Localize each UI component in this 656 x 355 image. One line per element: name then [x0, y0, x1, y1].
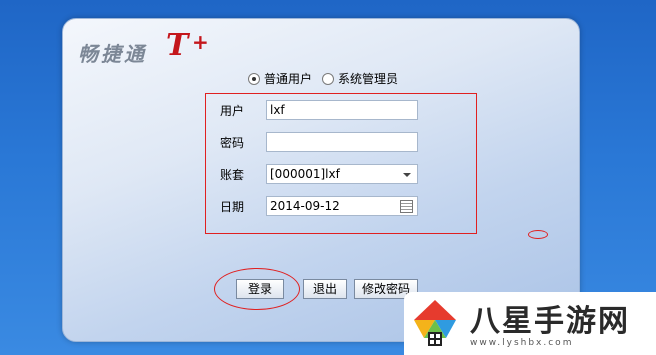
user-type-selector: 普通用户 系统管理员	[248, 70, 404, 87]
date-label: 日期	[220, 199, 245, 214]
brand-logo-text: 畅捷通	[78, 42, 147, 66]
watermark-url: www.lyshbx.com	[470, 338, 574, 348]
chevron-down-icon[interactable]	[403, 173, 411, 177]
password-label: 密码	[220, 135, 245, 150]
radio-system-admin[interactable]	[322, 72, 335, 85]
password-input[interactable]	[266, 132, 418, 152]
account-row: 账套 [000001]lxf	[220, 164, 418, 184]
user-label: 用户	[220, 103, 245, 118]
date-input-value: 2014-09-12	[270, 199, 340, 213]
brand-logo-plus: +	[192, 30, 209, 54]
account-select[interactable]: [000001]lxf	[266, 164, 418, 184]
watermark-logo-icon	[414, 300, 456, 346]
radio-system-admin-label[interactable]: 系统管理员	[338, 70, 398, 87]
radio-normal-user[interactable]	[248, 72, 260, 85]
annotation-login-circle	[214, 268, 300, 310]
annotation-small-ellipse	[528, 230, 548, 239]
date-input[interactable]: 2014-09-12	[266, 196, 418, 216]
date-row: 日期 2014-09-12	[220, 196, 418, 216]
user-input[interactable]: lxf	[266, 100, 418, 120]
brand-logo-t: T	[166, 28, 189, 63]
watermark-title: 八星手游网	[470, 304, 630, 339]
user-row: 用户 lxf	[220, 100, 418, 120]
radio-normal-user-label[interactable]: 普通用户	[264, 70, 312, 87]
calendar-icon[interactable]	[400, 200, 413, 213]
account-select-value: [000001]lxf	[270, 167, 340, 181]
account-label: 账套	[220, 167, 245, 182]
exit-button[interactable]: 退出	[303, 279, 347, 299]
password-row: 密码	[220, 132, 418, 152]
